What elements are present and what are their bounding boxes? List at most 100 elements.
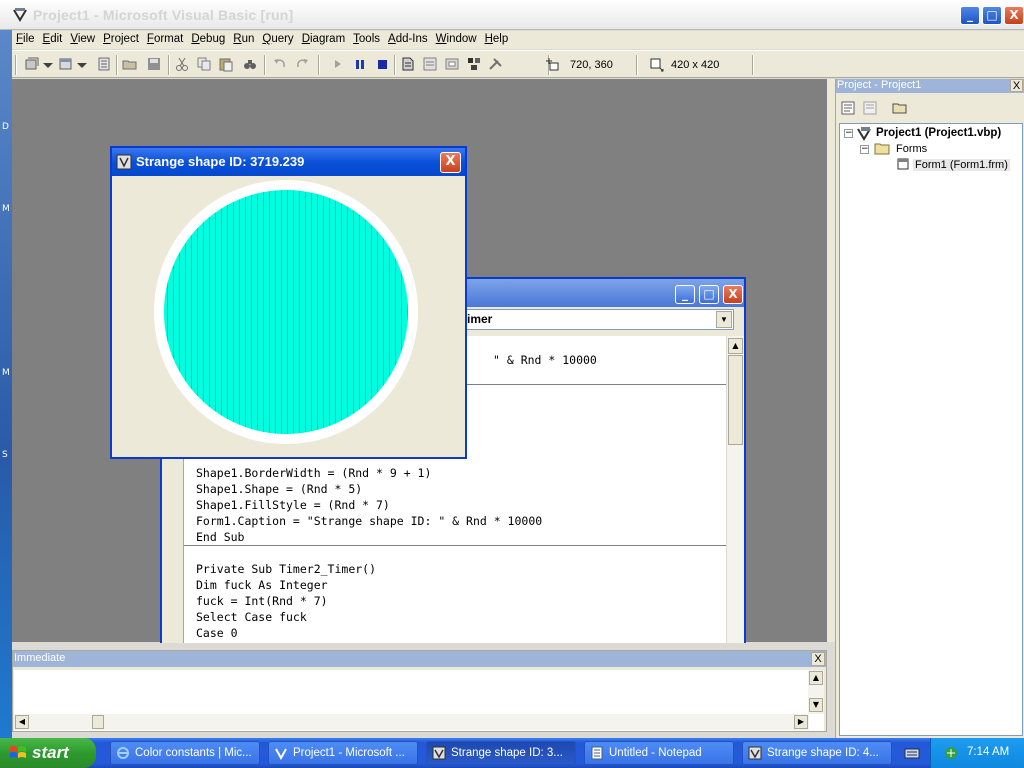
- position-readout: 720, 360: [570, 59, 613, 71]
- save-icon[interactable]: [146, 56, 162, 72]
- view-code-icon[interactable]: [840, 100, 856, 116]
- keyboard-icon[interactable]: [904, 746, 920, 760]
- immediate-window: Immediate X ▲ ▼ ◀ ▶: [12, 650, 827, 732]
- code-vertical-scrollbar[interactable]: ▲: [726, 336, 744, 643]
- form1-title-bar: Strange shape ID: 3719.239 X: [112, 148, 465, 176]
- taskbar-item-label: Project1 - Microsoft ...: [293, 747, 405, 759]
- tree-item-form1[interactable]: Form1 (Form1.frm): [913, 159, 1010, 171]
- taskbar-item-color-constants[interactable]: Color constants | Mic...: [110, 741, 260, 765]
- find-icon[interactable]: [242, 56, 258, 72]
- menu-editor-icon[interactable]: [96, 56, 112, 72]
- menu-debug[interactable]: Debug: [187, 31, 229, 45]
- properties-window-icon[interactable]: [422, 56, 438, 72]
- taskbar-item-strange-shape-1[interactable]: Strange shape ID: 3...: [426, 741, 576, 765]
- minimize-button[interactable]: _: [960, 6, 980, 25]
- open-folder-icon[interactable]: [122, 56, 138, 72]
- scroll-right-arrow[interactable]: ▶: [794, 715, 808, 729]
- paste-icon[interactable]: [218, 56, 234, 72]
- menu-edit[interactable]: Edit: [39, 31, 67, 45]
- clock[interactable]: 7:14 AM: [967, 746, 1009, 758]
- immediate-title: Immediate: [14, 652, 66, 664]
- start-run-icon[interactable]: [330, 56, 346, 72]
- collapse-toggle[interactable]: −: [844, 129, 853, 138]
- taskbar-item-label: Strange shape ID: 3...: [451, 747, 563, 759]
- collapse-toggle[interactable]: −: [860, 145, 869, 154]
- break-pause-icon[interactable]: [352, 56, 368, 72]
- chevron-down-icon[interactable]: ▼: [716, 311, 732, 328]
- menu-diagram[interactable]: Diagram: [298, 31, 349, 45]
- menu-view[interactable]: View: [66, 31, 99, 45]
- maximize-button[interactable]: □: [982, 6, 1002, 25]
- project-explorer-close-button[interactable]: X: [1010, 79, 1023, 92]
- form-file-icon: [897, 158, 909, 170]
- close-button[interactable]: X: [1004, 6, 1024, 25]
- scroll-up-arrow[interactable]: ▲: [728, 338, 743, 354]
- code-line: Private Sub Timer2_Timer(): [196, 562, 377, 576]
- scroll-left-arrow[interactable]: ◀: [15, 715, 29, 729]
- code-window-minimize-button[interactable]: _: [675, 285, 695, 304]
- menu-file[interactable]: File: [12, 31, 39, 45]
- procedure-dropdown[interactable]: imer ▼: [462, 309, 734, 330]
- menu-project[interactable]: Project: [99, 31, 143, 45]
- code-window-maximize-button[interactable]: □: [699, 285, 719, 304]
- desktop-edge-letter: M: [2, 368, 10, 378]
- folder-icon: [874, 143, 890, 155]
- menu-query[interactable]: Query: [258, 31, 297, 45]
- size-readout: 420 x 420: [671, 59, 720, 71]
- code-line: Dim fuck As Integer: [196, 578, 328, 592]
- object-browser-icon[interactable]: [466, 56, 482, 72]
- taskbar-item-project1[interactable]: Project1 - Microsoft ...: [268, 741, 418, 765]
- menu-format[interactable]: Format: [143, 31, 187, 45]
- tree-item-project[interactable]: Project1 (Project1.vbp): [876, 127, 1001, 139]
- scroll-thumb[interactable]: [92, 715, 104, 729]
- view-object-icon[interactable]: [862, 100, 878, 116]
- toggle-folders-icon[interactable]: [892, 100, 908, 116]
- cut-icon[interactable]: [174, 56, 190, 72]
- project-explorer-icon[interactable]: [400, 56, 416, 72]
- menu-help[interactable]: Help: [481, 31, 513, 45]
- code-window-close-button[interactable]: X: [723, 285, 743, 304]
- project-icon: [857, 127, 871, 141]
- desktop-edge-letter: S: [2, 450, 8, 460]
- immediate-vertical-scrollbar[interactable]: ▲ ▼: [808, 670, 824, 714]
- menu-run[interactable]: Run: [229, 31, 258, 45]
- immediate-horizontal-scrollbar[interactable]: ◀ ▶: [14, 714, 809, 730]
- desktop-edge: D M M S: [0, 30, 12, 738]
- ie-icon: [117, 747, 129, 759]
- code-line: Case 0: [196, 626, 238, 640]
- redo-icon[interactable]: [294, 56, 310, 72]
- end-stop-icon[interactable]: [374, 56, 390, 72]
- procedure-separator: [184, 545, 728, 546]
- tree-item-forms[interactable]: Forms: [896, 143, 927, 155]
- project-tree: − Project1 (Project1.vbp) − Forms Form1 …: [839, 123, 1023, 736]
- scroll-thumb[interactable]: [728, 355, 743, 445]
- taskbar-item-notepad[interactable]: Untitled - Notepad: [584, 741, 734, 765]
- toolbar-separator: [168, 55, 170, 75]
- add-form-icon[interactable]: [58, 56, 74, 72]
- add-project-icon[interactable]: [24, 56, 40, 72]
- project-explorer-title-bar: Project - Project1 X: [836, 79, 1024, 93]
- scroll-up-arrow[interactable]: ▲: [809, 671, 823, 685]
- visual-basic-icon: [13, 8, 27, 22]
- dropdown-arrow-icon[interactable]: [40, 56, 56, 72]
- menu-window[interactable]: Window: [432, 31, 481, 45]
- scroll-down-arrow[interactable]: ▼: [809, 698, 823, 712]
- splitter[interactable]: [827, 79, 835, 642]
- vb-icon: [275, 748, 287, 760]
- undo-icon[interactable]: [272, 56, 288, 72]
- menu-tools[interactable]: Tools: [349, 31, 384, 45]
- form-layout-icon[interactable]: [444, 56, 460, 72]
- menu-add-ins[interactable]: Add-Ins: [384, 31, 432, 45]
- main-title-bar: Project1 - Microsoft Visual Basic [run] …: [0, 0, 1024, 30]
- network-icon[interactable]: [943, 745, 959, 761]
- code-line: Form1.Caption = "Strange shape ID: " & R…: [196, 514, 543, 528]
- form1-close-button[interactable]: X: [440, 152, 461, 173]
- start-button[interactable]: start: [0, 738, 96, 768]
- copy-icon[interactable]: [196, 56, 212, 72]
- code-line: " & Rnd * 10000: [493, 353, 597, 367]
- taskbar-item-strange-shape-2[interactable]: Strange shape ID: 4...: [742, 741, 892, 765]
- toolbox-icon[interactable]: [488, 56, 504, 72]
- dropdown-arrow-icon[interactable]: [74, 56, 90, 72]
- toolbar-separator: [264, 55, 266, 75]
- immediate-close-button[interactable]: X: [811, 652, 825, 666]
